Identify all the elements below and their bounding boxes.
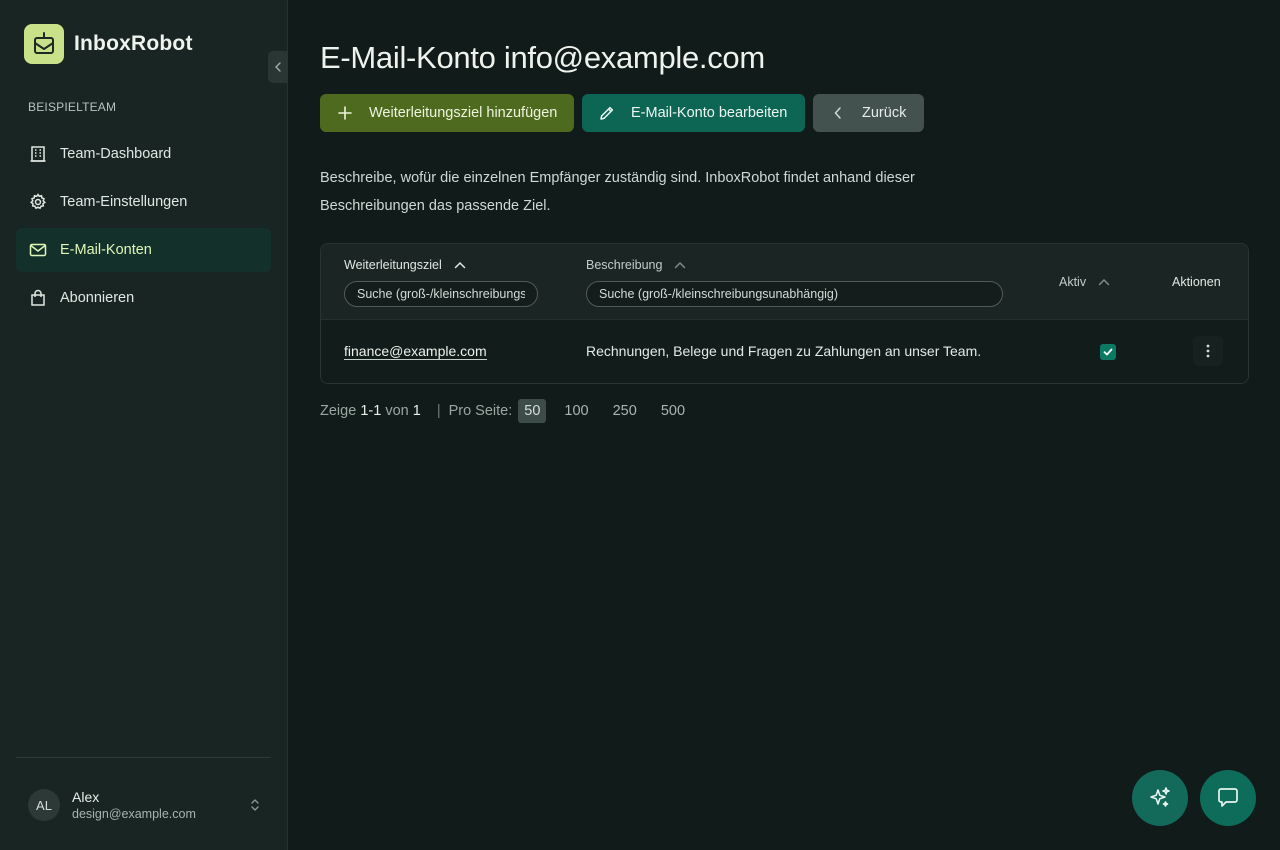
chevron-left-icon xyxy=(829,104,847,122)
forwarding-target-description: Rechnungen, Belege und Fragen zu Zahlung… xyxy=(586,343,982,359)
column-header-label: Beschreibung xyxy=(586,258,663,272)
sidebar-item-label: Abonnieren xyxy=(60,290,135,306)
sidebar-item-subscribe[interactable]: Abonnieren xyxy=(16,276,271,320)
sidebar-divider xyxy=(16,757,271,758)
sidebar-nav: Team-Dashboard Team-Einstellungen E-Mail… xyxy=(16,132,271,324)
column-header-label: Weiterleitungsziel xyxy=(344,258,442,272)
row-actions-menu-button[interactable] xyxy=(1193,336,1223,366)
sparkles-icon xyxy=(1150,787,1170,807)
pagination-separator: | xyxy=(436,403,441,419)
building-icon xyxy=(28,144,48,164)
active-checkbox[interactable] xyxy=(1100,344,1116,360)
target-search-input[interactable] xyxy=(344,281,538,307)
more-vertical-icon xyxy=(1206,344,1210,358)
page-size-option[interactable]: 50 xyxy=(518,399,547,423)
back-button[interactable]: Zurück xyxy=(813,94,924,132)
pencil-icon xyxy=(598,104,616,122)
action-buttons: Weiterleitungsziel hinzufügen E-Mail-Kon… xyxy=(320,94,932,132)
chevron-left-icon xyxy=(275,62,281,72)
user-email: design@example.com xyxy=(72,807,196,821)
sidebar: InboxRobot Beispielteam Team-Dashboard xyxy=(0,0,288,850)
edit-email-account-button[interactable]: E-Mail-Konto bearbeiten xyxy=(582,94,805,132)
page-size-option[interactable]: 250 xyxy=(607,399,643,423)
ai-assistant-button[interactable] xyxy=(1132,770,1188,826)
column-header-actions: Aktionen xyxy=(1172,275,1221,289)
add-forwarding-target-label: Weiterleitungsziel hinzufügen xyxy=(369,105,558,121)
page-size-option[interactable]: 500 xyxy=(655,399,691,423)
page-title: E-Mail-Konto info@example.com xyxy=(320,40,765,75)
page-description: Beschreibe, wofür die einzelnen Empfänge… xyxy=(320,170,915,214)
chat-support-button[interactable] xyxy=(1200,770,1256,826)
column-header-description[interactable]: Beschreibung xyxy=(586,258,686,272)
pagination-of: von xyxy=(385,403,409,419)
user-name: Alex xyxy=(72,789,100,805)
description-search-input[interactable] xyxy=(586,281,1003,307)
avatar: AL xyxy=(28,789,60,821)
pagination: Zeige 1-1 von 1 | Pro Seite: 50 100 250 … xyxy=(320,399,703,423)
chevron-up-down-icon xyxy=(251,799,259,811)
column-header-label: Aktionen xyxy=(1172,275,1221,289)
column-header-active[interactable]: Aktiv xyxy=(1059,275,1110,289)
pagination-prefix: Zeige xyxy=(320,403,357,419)
add-forwarding-target-button[interactable]: Weiterleitungsziel hinzufügen xyxy=(320,94,574,132)
sidebar-item-label: Team-Einstellungen xyxy=(60,194,188,210)
user-menu[interactable]: AL Alex design@example.com xyxy=(28,786,264,824)
plus-icon xyxy=(336,104,354,122)
sidebar-item-team-settings[interactable]: Team-Einstellungen xyxy=(16,180,271,224)
inbox-robot-logo-icon xyxy=(24,24,64,64)
page-size-option[interactable]: 100 xyxy=(558,399,594,423)
forwarding-target-link[interactable]: finance@example.com xyxy=(344,343,487,360)
pagination-range: 1-1 xyxy=(360,403,382,419)
sort-ascending-icon xyxy=(674,261,686,269)
per-page-label: Pro Seite: xyxy=(448,403,513,419)
column-header-label: Aktiv xyxy=(1059,275,1087,289)
sort-ascending-icon xyxy=(454,261,466,269)
checkmark-icon xyxy=(1103,348,1113,356)
user-info: Alex design@example.com xyxy=(72,789,196,821)
sidebar-item-label: E-Mail-Konten xyxy=(60,242,152,258)
sidebar-item-team-dashboard[interactable]: Team-Dashboard xyxy=(16,132,271,176)
sidebar-item-label: Team-Dashboard xyxy=(60,146,172,162)
shopping-bag-icon xyxy=(28,288,48,308)
app-name: InboxRobot xyxy=(74,32,193,55)
gear-icon xyxy=(28,192,48,212)
back-label: Zurück xyxy=(862,105,907,121)
column-header-target[interactable]: Weiterleitungsziel xyxy=(344,258,466,272)
table-header: Weiterleitungsziel Beschreibung Aktiv xyxy=(321,244,1248,320)
sidebar-item-email-accounts[interactable]: E-Mail-Konten xyxy=(16,228,271,272)
pagination-total: 1 xyxy=(412,403,421,419)
mail-icon xyxy=(28,240,48,260)
app-logo[interactable]: InboxRobot xyxy=(24,24,193,64)
forwarding-targets-table: Weiterleitungsziel Beschreibung Aktiv xyxy=(320,243,1249,384)
edit-email-account-label: E-Mail-Konto bearbeiten xyxy=(631,105,788,121)
chat-bubble-icon xyxy=(1218,788,1238,807)
team-label: Beispielteam xyxy=(28,100,117,114)
collapse-sidebar-button[interactable] xyxy=(268,51,288,83)
sort-ascending-icon xyxy=(1098,278,1110,286)
